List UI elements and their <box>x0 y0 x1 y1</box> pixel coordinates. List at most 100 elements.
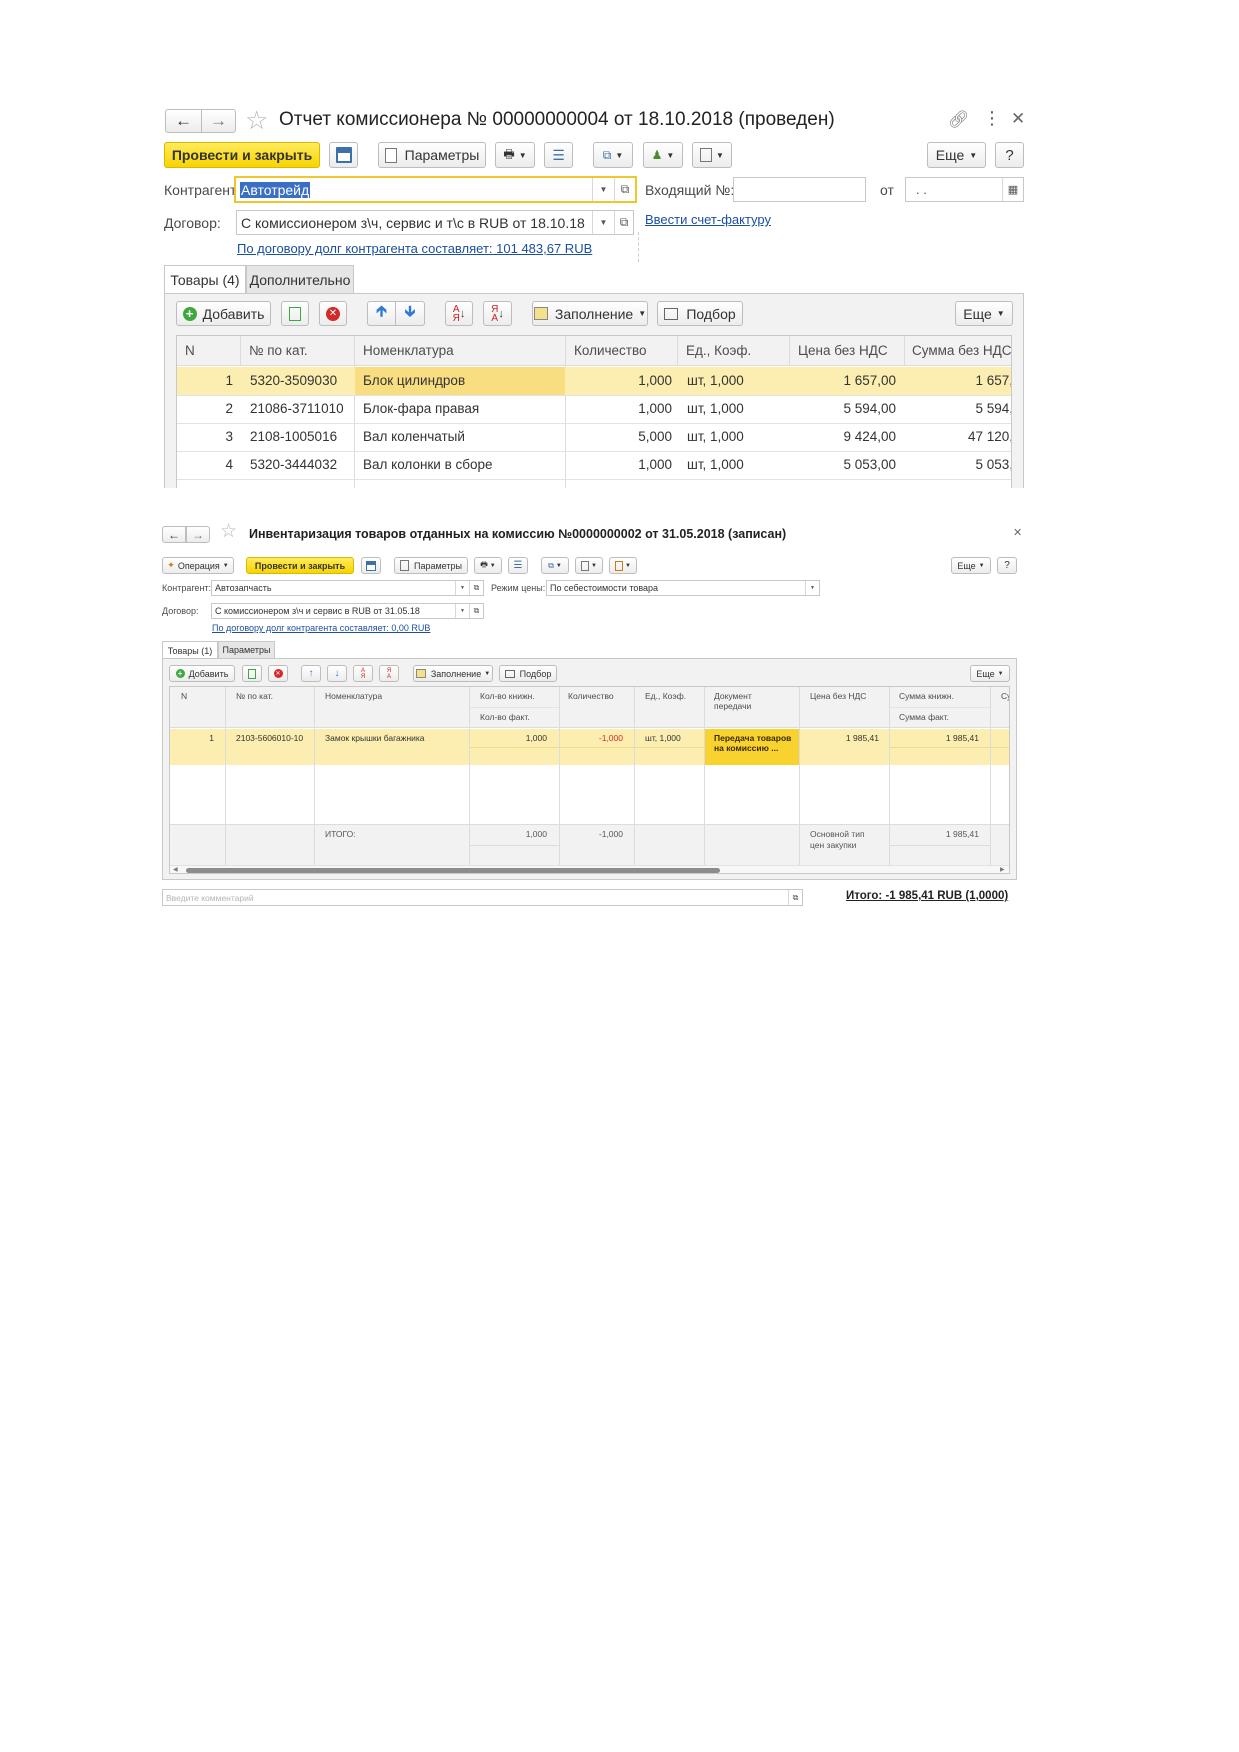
close-icon[interactable]: ✕ <box>1013 526 1022 539</box>
fill-button[interactable]: Заполнение ▼ <box>532 301 648 326</box>
save-button[interactable] <box>329 142 358 168</box>
print-button[interactable]: 🖶︎ ▼ <box>495 142 535 168</box>
scrollbar-thumb[interactable] <box>186 868 720 873</box>
dogovor-field[interactable]: С комиссионером з\ч, сервис и т\с в RUB … <box>236 210 634 235</box>
calendar-icon[interactable]: ▦ <box>1002 178 1023 201</box>
open-icon[interactable]: ⧉ <box>614 178 635 201</box>
debt-link[interactable]: По договору долг контрагента составляет:… <box>237 241 592 256</box>
structure-button[interactable]: ☰ <box>508 557 528 574</box>
col-header-doc2[interactable]: передачи <box>714 701 751 711</box>
move-up-button[interactable]: 🡱︎ <box>367 301 396 326</box>
parameters-button[interactable]: Параметры <box>394 557 468 574</box>
tab-goods[interactable]: Товары (1) <box>162 641 218 659</box>
col-header-cat[interactable]: № по кат. <box>236 691 273 701</box>
row-doc2[interactable]: на комиссию ... <box>714 743 778 753</box>
open-icon[interactable]: ⧉ <box>614 211 633 234</box>
fill-button[interactable]: Заполнение ▼ <box>413 665 493 682</box>
dropdown-arrow-icon[interactable]: ▼ <box>805 581 819 595</box>
sort-asc-button[interactable]: А Я ↓ <box>445 301 473 326</box>
move-up-button[interactable]: ↑ <box>301 665 321 682</box>
col-header-n[interactable]: N <box>185 343 195 358</box>
help-button[interactable]: ? <box>997 557 1017 574</box>
col-header-qty[interactable]: Количество <box>574 343 647 358</box>
dropdown-arrow-icon[interactable]: ▼ <box>592 211 614 234</box>
dogovor-field[interactable]: С комиссионером з\ч и сервис в RUB от 31… <box>211 603 484 619</box>
col-header-name[interactable]: Номенклатура <box>325 691 382 701</box>
col-header-price[interactable]: Цена без НДС <box>810 691 866 701</box>
tab-additional[interactable]: Дополнительно <box>246 265 354 293</box>
comment-input[interactable]: Введите комментарий ⧉ <box>162 889 803 906</box>
sort-desc-button[interactable]: Я А ↓ <box>483 301 512 326</box>
forward-button[interactable]: → <box>186 526 210 543</box>
table-more-button[interactable]: Еще ▼ <box>970 665 1010 682</box>
kontragent-field[interactable]: Автозапчасть ▼ ⧉ <box>211 580 484 596</box>
date-field[interactable]: . . ▦ <box>905 177 1024 202</box>
users-button[interactable]: ♟ ▼ <box>643 142 683 168</box>
create-based-button[interactable]: ⧉ ▼ <box>541 557 569 574</box>
kontragent-field[interactable]: Автотрейд ▼ ⧉ <box>234 176 637 203</box>
help-button[interactable]: ? <box>995 142 1024 168</box>
more-button[interactable]: Еще ▼ <box>927 142 986 168</box>
col-header-name[interactable]: Номенклатура <box>363 343 454 358</box>
open-icon[interactable]: ⧉ <box>469 581 483 595</box>
attachments-button[interactable]: ▼ <box>609 557 637 574</box>
close-icon[interactable]: ✕ <box>1011 109 1025 129</box>
sort-asc-button[interactable]: АЯ <box>353 665 373 682</box>
operation-button[interactable]: ✦ Операция ▼ <box>162 557 234 574</box>
add-button[interactable]: + Добавить <box>169 665 235 682</box>
back-button[interactable]: ← <box>165 109 202 133</box>
col-header-qty[interactable]: Количество <box>568 691 614 701</box>
delete-button[interactable]: ✕ <box>268 665 288 682</box>
tab-goods[interactable]: Товары (4) <box>164 265 246 294</box>
more-button[interactable]: Еще ▼ <box>951 557 991 574</box>
reports-button[interactable]: ▼ <box>575 557 603 574</box>
scroll-left-icon[interactable]: ◀ <box>173 866 178 873</box>
enter-invoice-link[interactable]: Ввести счет-фактуру <box>645 212 771 227</box>
col-header-doc1[interactable]: Документ <box>714 691 752 701</box>
debt-link[interactable]: По договору долг контрагента составляет:… <box>212 623 430 633</box>
col-header-cat[interactable]: № по кат. <box>249 343 308 358</box>
scroll-right-icon[interactable]: ▶ <box>1000 866 1005 873</box>
col-header-sum[interactable]: Сумма без НДС <box>912 343 1011 358</box>
price-mode-field[interactable]: По себестоимости товара ▼ <box>546 580 820 596</box>
move-down-button[interactable]: 🡳︎ <box>395 301 425 326</box>
delete-button[interactable]: ✕ <box>319 301 347 326</box>
dropdown-arrow-icon[interactable]: ▼ <box>592 178 614 201</box>
parameters-button[interactable]: Параметры <box>378 142 486 168</box>
sort-desc-button[interactable]: ЯА <box>379 665 399 682</box>
reports-button[interactable]: ▼ <box>692 142 732 168</box>
pick-button[interactable]: Подбор <box>657 301 743 326</box>
col-header-n[interactable]: N <box>181 691 187 701</box>
copy-button[interactable] <box>242 665 262 682</box>
col-header-sum-book[interactable]: Сумма книжн. <box>899 691 954 701</box>
add-button[interactable]: + Добавить <box>176 301 271 326</box>
link-icon[interactable]: 🔗︎ <box>948 110 970 130</box>
col-header-qty-fact[interactable]: Кол-во факт. <box>480 712 530 722</box>
dropdown-arrow-icon[interactable]: ▼ <box>455 604 469 618</box>
col-header-last[interactable]: Су <box>1001 691 1009 701</box>
dropdown-arrow-icon[interactable]: ▼ <box>455 581 469 595</box>
table-more-button[interactable]: Еще ▼ <box>955 301 1013 326</box>
save-button[interactable] <box>361 557 381 574</box>
forward-button[interactable]: → <box>201 109 236 133</box>
incoming-number-field[interactable] <box>733 177 866 202</box>
col-header-qty-book[interactable]: Кол-во книжн. <box>480 691 535 701</box>
favorite-star-icon[interactable]: ☆ <box>245 106 268 134</box>
post-and-close-button[interactable]: Провести и закрыть <box>246 557 354 574</box>
back-button[interactable]: ← <box>162 526 186 543</box>
post-and-close-button[interactable]: Провести и закрыть <box>164 142 320 168</box>
pick-button[interactable]: Подбор <box>499 665 557 682</box>
row-doc1[interactable]: Передача товаров <box>714 733 791 743</box>
col-header-price[interactable]: Цена без НДС <box>798 343 888 358</box>
col-header-unit[interactable]: Ед., Коэф. <box>645 691 686 701</box>
create-based-button[interactable]: ⧉ ▼ <box>593 142 633 168</box>
horizontal-scrollbar[interactable]: ◀ ▶ <box>170 865 1009 873</box>
open-icon[interactable]: ⧉ <box>788 890 802 905</box>
tab-parameters[interactable]: Параметры <box>218 641 275 658</box>
col-header-sum-fact[interactable]: Сумма факт. <box>899 712 949 722</box>
open-icon[interactable]: ⧉ <box>469 604 483 618</box>
copy-button[interactable] <box>281 301 309 326</box>
move-down-button[interactable]: ↓ <box>327 665 347 682</box>
structure-button[interactable]: ☰ <box>544 142 573 168</box>
favorite-star-icon[interactable]: ☆ <box>220 522 237 542</box>
